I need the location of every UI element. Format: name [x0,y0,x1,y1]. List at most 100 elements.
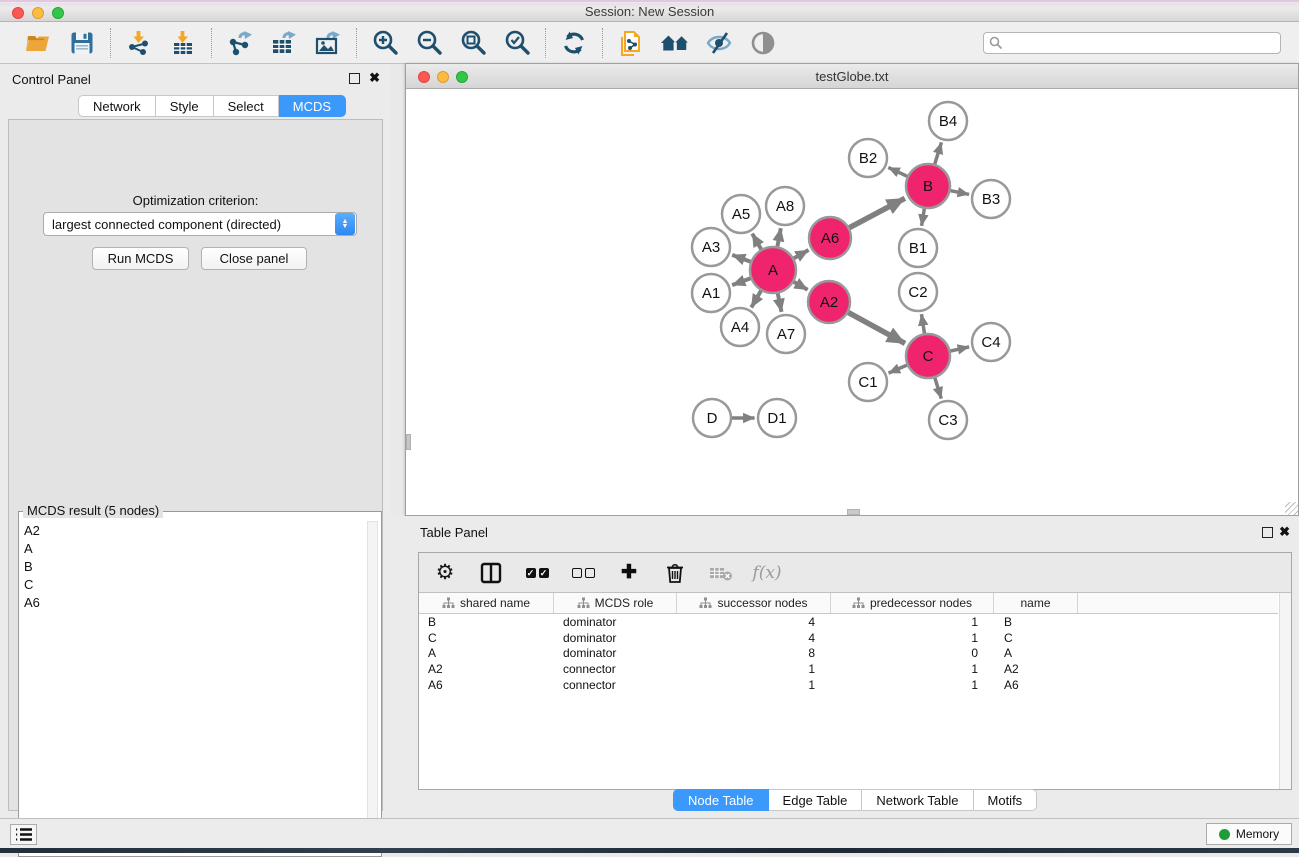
table-cell[interactable]: C [994,631,1078,645]
table-cell[interactable]: dominator [554,615,677,629]
edge-C-C2[interactable] [921,314,924,336]
table-cell[interactable]: A [419,646,554,660]
search-input[interactable] [983,32,1281,54]
node-D[interactable]: D [693,399,731,437]
tab-network[interactable]: Network [78,95,156,117]
save-session-icon[interactable] [67,28,97,58]
edge-A-A3[interactable] [732,255,753,263]
zoom-network-icon[interactable] [456,71,468,83]
table-cell[interactable]: 1 [831,615,994,629]
zoom-selected-icon[interactable] [502,28,532,58]
window-resize-grip[interactable] [1285,502,1298,515]
node-C1[interactable]: C1 [849,363,887,401]
table-cell[interactable]: connector [554,678,677,692]
import-table-icon[interactable] [168,28,198,58]
table-row[interactable]: Adominator80A [419,646,1278,662]
minimize-window-icon[interactable] [32,7,44,19]
node-A4[interactable]: A4 [721,308,759,346]
column-header-MCDS-role[interactable]: MCDS role [554,593,677,613]
hide-panels-icon[interactable] [704,28,734,58]
add-column-icon[interactable]: ✚ [617,561,641,585]
table-cell[interactable]: dominator [554,631,677,645]
column-header-successor-nodes[interactable]: successor nodes [677,593,831,613]
node-A[interactable]: A [750,247,796,293]
column-header-name[interactable]: name [994,593,1078,613]
tab-mcds[interactable]: MCDS [279,95,346,117]
minimize-network-icon[interactable] [437,71,449,83]
memory-button[interactable]: Memory [1206,823,1292,845]
table-cell[interactable]: B [419,615,554,629]
node-A8[interactable]: A8 [766,187,804,225]
horizontal-scrollbar-thumb[interactable] [847,509,860,515]
node-B2[interactable]: B2 [849,139,887,177]
tab-motifs[interactable]: Motifs [974,789,1038,811]
table-cell[interactable]: 1 [677,678,831,692]
delete-table-icon[interactable] [709,561,733,585]
table-cell[interactable]: B [994,615,1078,629]
zoom-window-icon[interactable] [52,7,64,19]
table-row[interactable]: A2connector11A2 [419,661,1278,677]
open-session-icon[interactable] [23,28,53,58]
table-header-row[interactable]: shared nameMCDS rolesuccessor nodesprede… [419,593,1278,614]
table-cell[interactable]: 4 [677,631,831,645]
mcds-result-item[interactable]: A2 [20,521,366,539]
edge-A-A4[interactable] [751,288,762,307]
table-cell[interactable]: connector [554,662,677,676]
node-B4[interactable]: B4 [929,102,967,140]
edge-A-A7[interactable] [777,291,781,312]
close-panel-icon[interactable]: ✖ [369,72,380,83]
close-table-panel-icon[interactable]: ✖ [1279,526,1290,537]
table-cell[interactable]: A2 [994,662,1078,676]
refresh-view-icon[interactable] [559,28,589,58]
table-cell[interactable]: 1 [831,662,994,676]
tab-select[interactable]: Select [214,95,279,117]
table-row[interactable]: Cdominator41C [419,630,1278,646]
mcds-result-item[interactable]: A [20,539,366,557]
table-row[interactable]: A6connector11A6 [419,677,1278,693]
node-B[interactable]: B [906,164,950,208]
table-cell[interactable]: A [994,646,1078,660]
network-graph[interactable]: AA6A2BCA5A8A3A1A4A7B2B4B3B1C2C4C1C3DD1 [406,89,1298,515]
edge-C-C1[interactable] [889,364,910,373]
run-mcds-button[interactable]: Run MCDS [92,247,189,270]
criterion-select[interactable]: largest connected component (directed) ▲… [43,212,357,236]
table-cell[interactable]: 1 [831,678,994,692]
node-D1[interactable]: D1 [758,399,796,437]
node-C3[interactable]: C3 [929,401,967,439]
edge-B-B3[interactable] [948,190,969,194]
zoom-in-icon[interactable] [370,28,400,58]
column-header-predecessor-nodes[interactable]: predecessor nodes [831,593,994,613]
select-all-icon[interactable]: ✓✓ [525,561,549,585]
mcds-result-item[interactable]: B [20,557,366,575]
close-network-icon[interactable] [418,71,430,83]
node-B3[interactable]: B3 [972,180,1010,218]
mcds-list-scrollbar[interactable] [367,521,378,853]
table-cell[interactable]: A6 [419,678,554,692]
task-history-button[interactable] [10,824,37,845]
tab-edge-table[interactable]: Edge Table [769,789,863,811]
zoom-fit-icon[interactable] [458,28,488,58]
table-cell[interactable]: 8 [677,646,831,660]
float-panel-icon[interactable] [349,73,360,84]
tab-node-table[interactable]: Node Table [673,789,769,811]
node-B1[interactable]: B1 [899,229,937,267]
import-network-icon[interactable] [124,28,154,58]
node-A2[interactable]: A2 [808,281,850,323]
node-A1[interactable]: A1 [692,274,730,312]
delete-column-icon[interactable] [663,561,687,585]
edge-C-C4[interactable] [948,347,970,352]
edge-A-A1[interactable] [732,277,753,285]
tab-network-table[interactable]: Network Table [862,789,973,811]
vertical-scrollbar-thumb[interactable] [406,434,411,450]
mcds-result-list[interactable]: A2ABCA6 [20,521,366,854]
tab-style[interactable]: Style [156,95,214,117]
deselect-all-icon[interactable] [571,561,595,585]
node-A7[interactable]: A7 [767,315,805,353]
edge-C-C3[interactable] [934,375,941,399]
edge-A2-C[interactable] [846,311,905,343]
table-settings-icon[interactable]: ⚙ [433,561,457,585]
node-A3[interactable]: A3 [692,228,730,266]
column-header-shared-name[interactable]: shared name [419,593,554,613]
node-A5[interactable]: A5 [722,195,760,233]
column-visibility-icon[interactable] [479,561,503,585]
